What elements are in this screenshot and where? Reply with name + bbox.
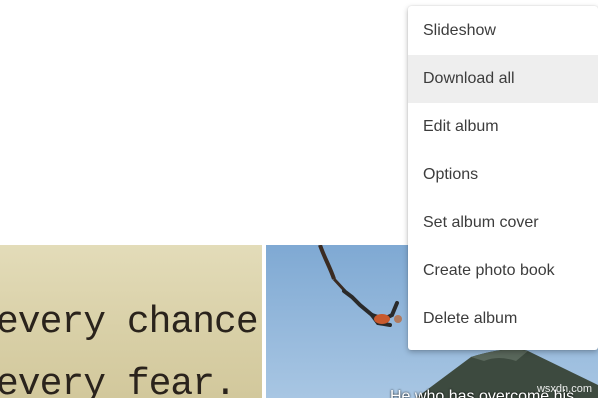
menu-item-download-all[interactable]: Download all [408,55,598,103]
menu-item-create-photo-book[interactable]: Create photo book [408,247,598,295]
menu-item-delete-album[interactable]: Delete album [408,295,598,343]
menu-item-label: Create photo book [423,262,555,279]
quote-text-line-1: every chance. [0,301,262,344]
menu-item-slideshow[interactable]: Slideshow [408,7,598,55]
watermark-text: wsxdn.com [536,383,592,395]
menu-item-label: Download all [423,70,515,87]
menu-item-label: Slideshow [423,22,496,39]
menu-item-set-album-cover[interactable]: Set album cover [408,199,598,247]
menu-item-label: Edit album [423,118,499,135]
menu-item-label: Set album cover [423,214,539,231]
menu-item-label: Options [423,166,479,183]
photo-thumbnail-quote[interactable]: every chance. every fear. [0,245,262,398]
menu-item-edit-album[interactable]: Edit album [408,103,598,151]
quote-text-line-2: every fear. [0,363,237,398]
menu-item-options[interactable]: Options [408,151,598,199]
menu-item-label: Delete album [423,310,518,327]
album-options-menu: Slideshow Download all Edit album Option… [408,6,598,350]
